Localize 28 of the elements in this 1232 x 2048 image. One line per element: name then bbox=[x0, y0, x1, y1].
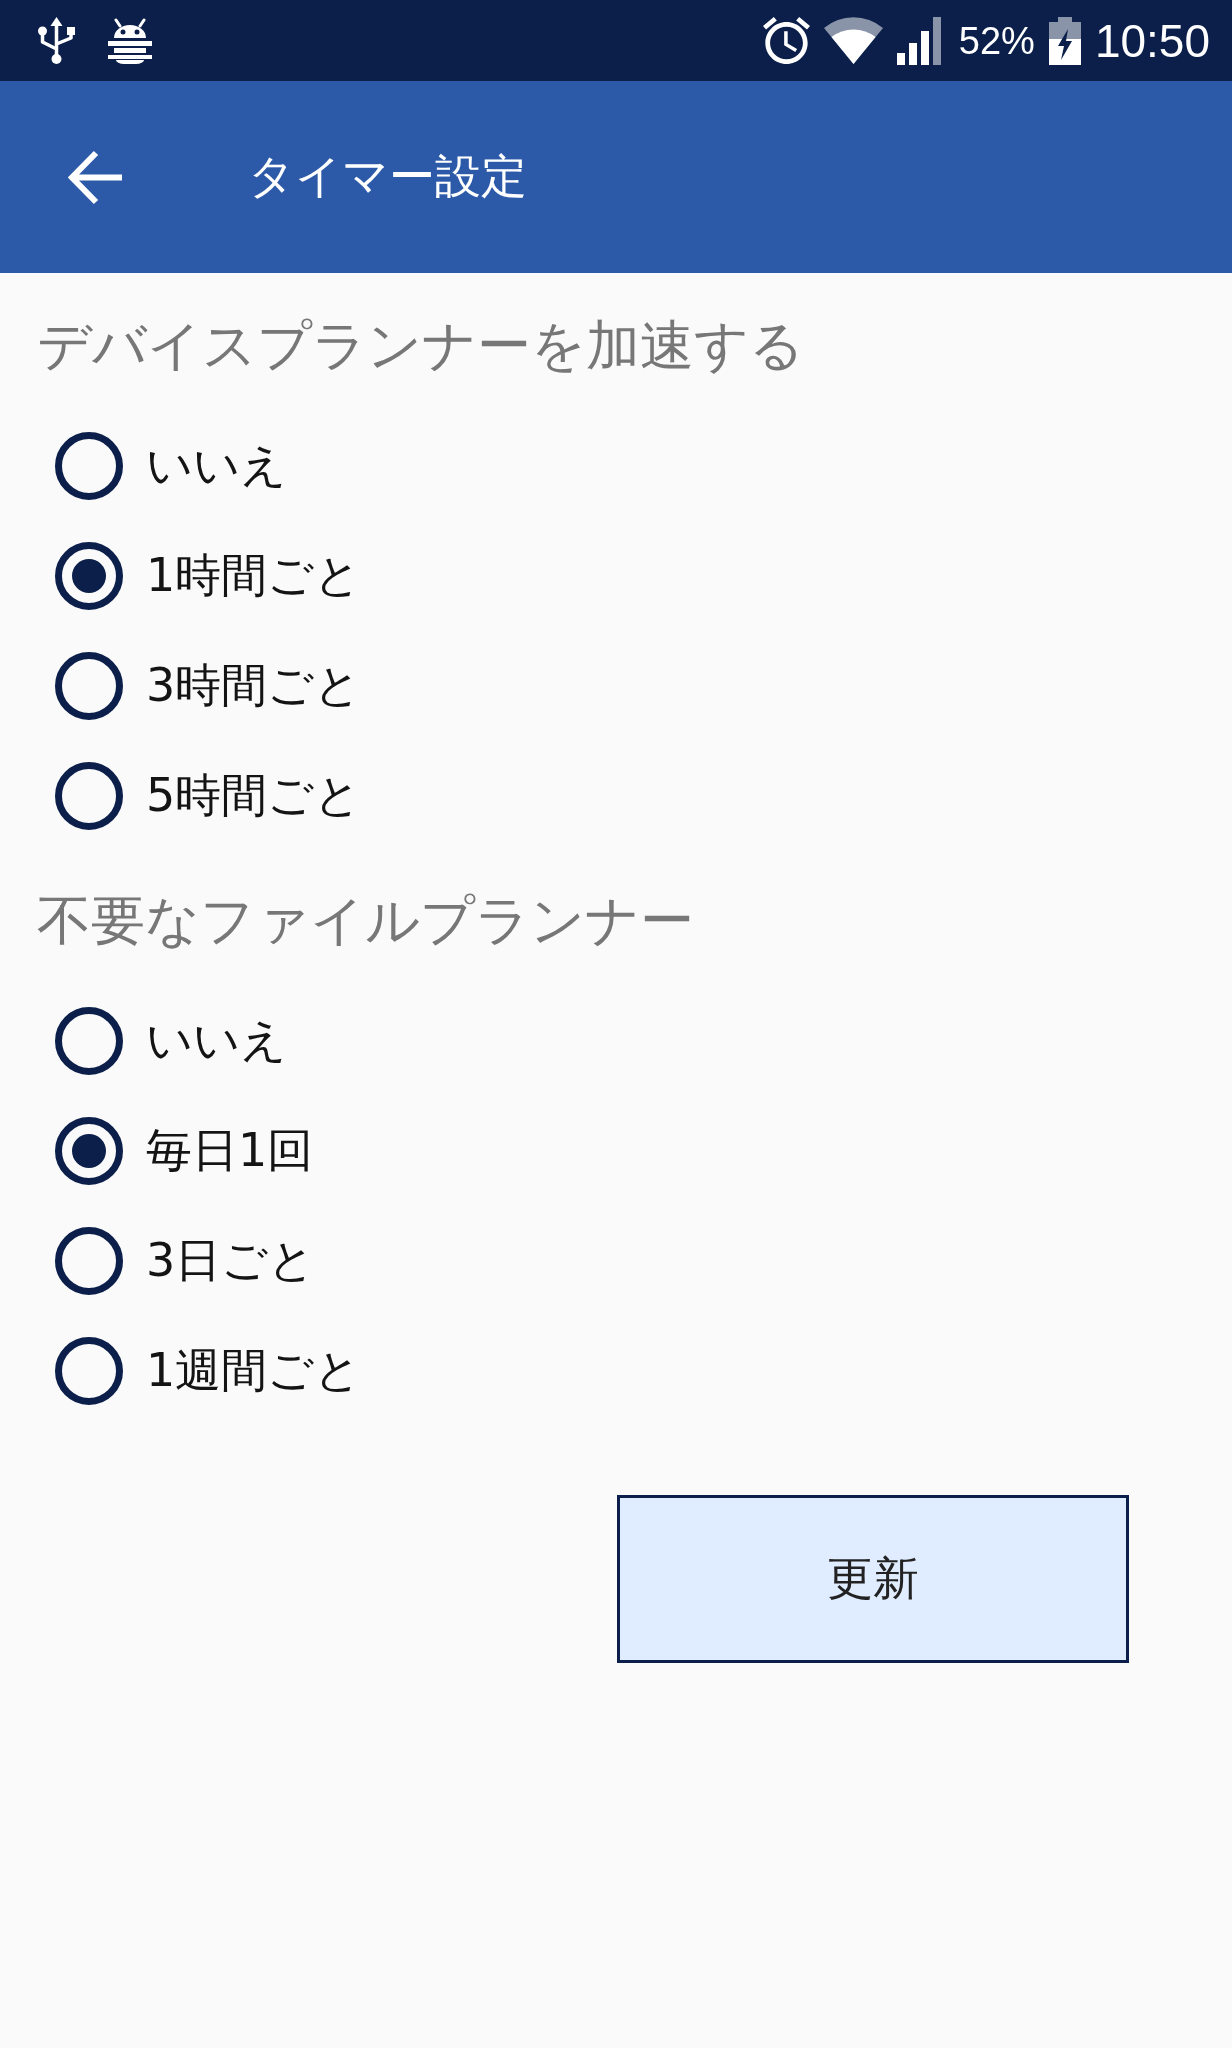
radio-button[interactable] bbox=[55, 1227, 123, 1295]
back-arrow-icon[interactable] bbox=[68, 148, 124, 206]
android-robot-icon bbox=[108, 17, 152, 64]
update-button[interactable]: 更新 bbox=[617, 1495, 1129, 1663]
option-label[interactable]: 3時間ごと bbox=[146, 658, 362, 714]
screen-title: タイマー設定 bbox=[248, 149, 527, 205]
option-label[interactable]: 毎日1回 bbox=[146, 1123, 314, 1179]
radio-button[interactable] bbox=[55, 542, 123, 610]
option-label[interactable]: いいえ bbox=[146, 438, 287, 494]
option-label[interactable]: 5時間ごと bbox=[146, 768, 362, 824]
wifi-icon bbox=[823, 17, 883, 64]
option-label[interactable]: いいえ bbox=[146, 1013, 287, 1069]
option-label[interactable]: 3日ごと bbox=[146, 1233, 316, 1289]
radio-button[interactable] bbox=[55, 1337, 123, 1405]
radio-button[interactable] bbox=[55, 1007, 123, 1075]
radio-button[interactable] bbox=[55, 1117, 123, 1185]
section-heading: デバイスプランナーを加速する bbox=[37, 312, 804, 379]
radio-button[interactable] bbox=[55, 762, 123, 830]
battery-charging-icon bbox=[1048, 16, 1081, 65]
clock-time: 10:50 bbox=[1094, 17, 1210, 64]
option-label[interactable]: 1週間ごと bbox=[146, 1343, 362, 1399]
option-label[interactable]: 1時間ごと bbox=[146, 548, 362, 604]
battery-percent: 52% bbox=[958, 21, 1035, 60]
alarm-clock-icon bbox=[762, 17, 810, 64]
section-heading: 不要なファイルプランナー bbox=[37, 887, 694, 954]
radio-button[interactable] bbox=[55, 432, 123, 500]
radio-button[interactable] bbox=[55, 652, 123, 720]
usb-icon bbox=[38, 17, 75, 64]
